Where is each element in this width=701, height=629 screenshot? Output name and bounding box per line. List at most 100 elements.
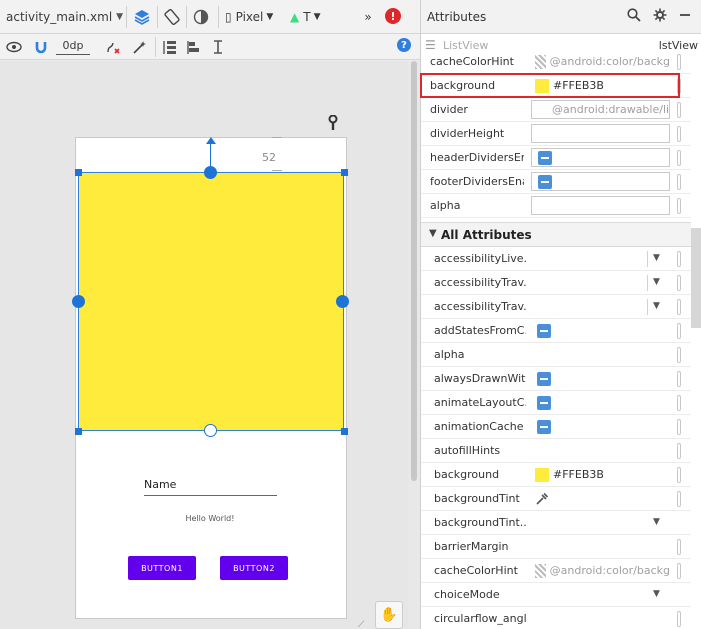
color-swatch[interactable]	[535, 467, 549, 482]
selected-listview[interactable]	[78, 172, 344, 431]
attr-row[interactable]: autofillHints	[421, 439, 691, 463]
attr-value[interactable]: @android:drawable/lis	[531, 100, 670, 119]
anchor-left[interactable]	[72, 295, 85, 308]
attr-row[interactable]: alwaysDrawnWit...	[421, 367, 691, 391]
overflow-icon[interactable]: »	[360, 7, 376, 27]
attr-value[interactable]	[531, 148, 670, 167]
attr-row[interactable]: animationCache	[421, 415, 691, 439]
attr-value[interactable]	[531, 489, 670, 508]
error-icon[interactable]: !	[385, 8, 401, 24]
pan-hand-icon[interactable]: ✋	[375, 601, 403, 629]
attr-row[interactable]: accessibilityTrav... ▼	[421, 295, 691, 319]
attr-row[interactable]: backgroundTint... ▼	[421, 511, 691, 535]
attr-row-alpha[interactable]: alpha	[421, 194, 691, 218]
layers-icon[interactable]	[131, 7, 153, 27]
clear-constraints-icon[interactable]	[104, 37, 122, 57]
pack-icon[interactable]	[161, 37, 179, 57]
default-margin-field[interactable]: 0dp	[56, 37, 90, 55]
attr-row[interactable]: animateLayoutC...	[421, 391, 691, 415]
hello-textview[interactable]: Hello World!	[160, 514, 260, 523]
attr-value[interactable]	[531, 196, 670, 215]
attr-row[interactable]: accessibilityLive... ▼	[421, 247, 691, 271]
attr-pill[interactable]	[677, 299, 681, 315]
chevron-down-icon[interactable]: ▼	[653, 277, 660, 287]
checkbox-indeterminate-icon[interactable]	[537, 419, 551, 434]
button1[interactable]: BUTTON1	[128, 556, 196, 580]
magic-wand-icon[interactable]	[130, 37, 148, 57]
attr-pill[interactable]	[677, 467, 681, 483]
attr-row[interactable]: backgroundTint	[421, 487, 691, 511]
checkbox-indeterminate-icon[interactable]	[538, 174, 552, 189]
attr-pill[interactable]	[677, 611, 681, 627]
attr-pill[interactable]	[677, 563, 681, 579]
attr-row[interactable]: circularflow_angl...	[421, 607, 691, 629]
scrollbar-thumb[interactable]	[411, 61, 417, 481]
attr-pill[interactable]	[677, 539, 681, 555]
anchor-bottom[interactable]	[204, 424, 217, 437]
attr-row[interactable]: accessibilityTrav... ▼	[421, 271, 691, 295]
attr-row[interactable]: background #FFEB3B	[421, 463, 691, 487]
attr-value[interactable]: @android:color/backg	[531, 52, 670, 71]
resize-handle-top-left[interactable]	[75, 169, 82, 176]
chevron-down-icon[interactable]: ▼	[653, 517, 660, 527]
attr-row-footerdividers[interactable]: footerDividersEna...	[421, 170, 691, 194]
chevron-down-icon[interactable]: ▼	[653, 253, 660, 263]
attr-row-headerdividers[interactable]: headerDividersEn...	[421, 146, 691, 170]
attr-pill[interactable]	[677, 443, 681, 459]
device-selector[interactable]: ▯ Pixel ▼	[225, 7, 273, 27]
attr-pill[interactable]	[677, 323, 681, 339]
attr-pill[interactable]	[677, 371, 681, 387]
minimize-icon[interactable]	[679, 9, 691, 25]
attr-pill[interactable]	[677, 198, 681, 214]
attr-value[interactable]	[531, 124, 670, 143]
checkbox-indeterminate-icon[interactable]	[537, 323, 551, 338]
attr-value[interactable]: @android:color/backg	[531, 561, 670, 580]
magnet-icon[interactable]	[33, 37, 49, 57]
checkbox-indeterminate-icon[interactable]	[538, 150, 552, 165]
attr-value[interactable]: #FFEB3B	[531, 465, 670, 484]
resize-handle-bottom-left[interactable]	[75, 428, 82, 435]
attr-row[interactable]: addStatesFromC...	[421, 319, 691, 343]
resize-handle-bottom-right[interactable]	[341, 428, 348, 435]
search-icon[interactable]	[627, 8, 641, 26]
eye-icon[interactable]	[6, 37, 22, 57]
file-tab[interactable]: activity_main.xml ▼	[6, 7, 123, 27]
name-edittext[interactable]: Name	[144, 478, 277, 496]
anchor-right[interactable]	[336, 295, 349, 308]
attr-pill[interactable]	[677, 419, 681, 435]
checkbox-indeterminate-icon[interactable]	[537, 395, 551, 410]
guidelines-icon[interactable]	[209, 37, 227, 57]
gear-icon[interactable]	[653, 8, 667, 26]
attr-pill[interactable]	[677, 275, 681, 291]
attr-value[interactable]	[531, 417, 670, 436]
all-attributes-section[interactable]: ▼ All Attributes	[421, 222, 691, 247]
wrench-icon[interactable]	[327, 114, 339, 135]
attr-pill[interactable]	[677, 102, 681, 118]
attr-row[interactable]: barrierMargin	[421, 535, 691, 559]
attr-pill[interactable]	[677, 347, 681, 363]
chevron-down-icon[interactable]: ▼	[653, 589, 660, 599]
attr-row-dividerheight[interactable]: dividerHeight	[421, 122, 691, 146]
attr-row[interactable]: alpha	[421, 343, 691, 367]
attr-value[interactable]	[531, 172, 670, 191]
attr-pill[interactable]	[677, 126, 681, 142]
resize-handle-top-right[interactable]	[341, 169, 348, 176]
eyedropper-icon[interactable]	[535, 492, 549, 506]
attr-value[interactable]	[531, 393, 670, 412]
attr-row[interactable]: choiceMode ▼	[421, 583, 691, 607]
anchor-top[interactable]	[204, 166, 217, 179]
attr-pill[interactable]	[677, 174, 681, 190]
attr-value[interactable]	[531, 369, 670, 388]
attr-pill[interactable]	[677, 251, 681, 267]
attr-pill[interactable]	[677, 491, 681, 507]
attr-value[interactable]	[531, 321, 670, 340]
attr-pill[interactable]	[677, 54, 681, 70]
chevron-down-icon[interactable]: ▼	[653, 301, 660, 311]
canvas-scrollbar[interactable]	[408, 61, 420, 629]
attr-pill[interactable]	[677, 150, 681, 166]
attr-pill[interactable]	[677, 395, 681, 411]
checkbox-indeterminate-icon[interactable]	[537, 371, 551, 386]
attr-row[interactable]: cacheColorHint @android:color/backg	[421, 559, 691, 583]
help-icon[interactable]: ?	[397, 38, 411, 52]
attr-row-divider[interactable]: divider @android:drawable/lis	[421, 98, 691, 122]
